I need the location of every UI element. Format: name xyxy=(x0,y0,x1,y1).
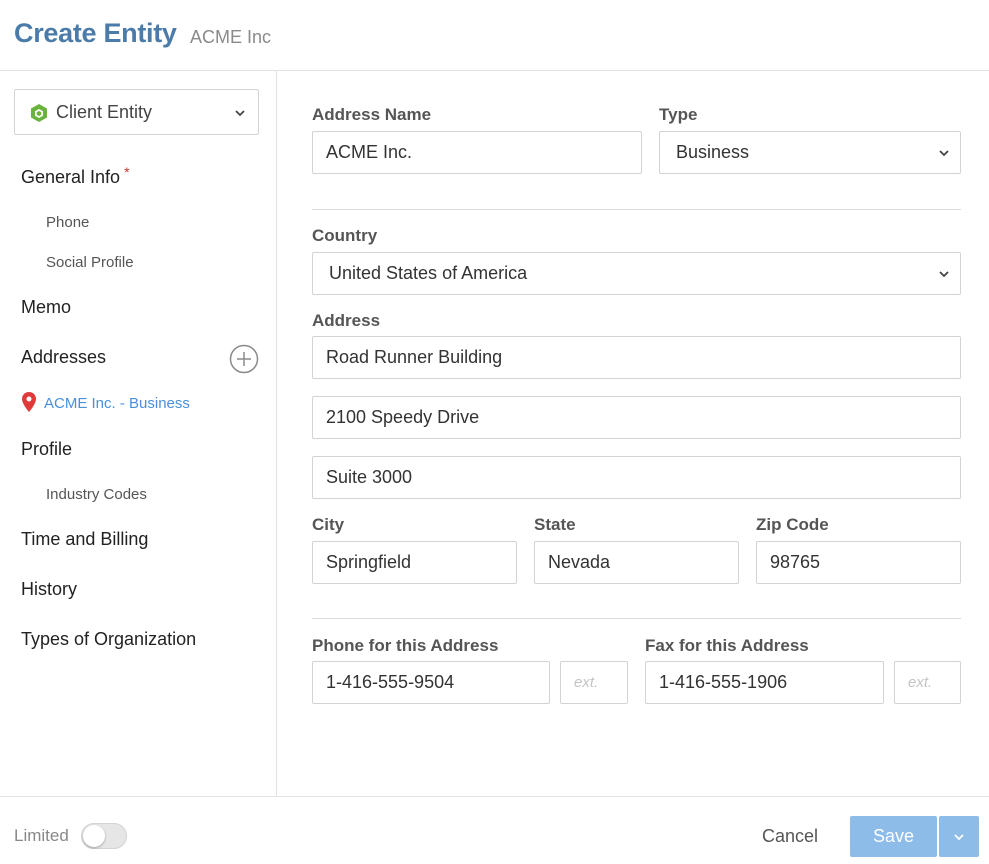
limited-toggle[interactable] xyxy=(81,823,127,849)
address-line2-input[interactable]: 2100 Speedy Drive xyxy=(312,396,961,439)
limited-label: Limited xyxy=(14,826,69,845)
page-subtitle: ACME Inc xyxy=(190,27,272,47)
zip-input[interactable]: 98765 xyxy=(756,541,961,584)
save-button[interactable]: Save xyxy=(850,816,937,857)
state-label: State xyxy=(534,515,576,534)
chevron-down-icon xyxy=(939,150,949,157)
entity-type-select[interactable]: Client Entity xyxy=(14,89,259,135)
country-select[interactable]: United States of America xyxy=(312,252,961,295)
country-value: United States of America xyxy=(329,263,528,283)
nav-general-info[interactable]: General Info * xyxy=(21,164,130,188)
nav-industry-codes[interactable]: Industry Codes xyxy=(46,486,147,503)
type-value: Business xyxy=(676,142,750,162)
address-form: Address Name ACME Inc. Type Business Cou… xyxy=(277,71,989,796)
address-name-input[interactable]: ACME Inc. xyxy=(312,131,642,174)
toggle-knob xyxy=(83,825,105,847)
type-label: Type xyxy=(659,105,698,124)
phone-input[interactable]: 1-416-555-9504 xyxy=(312,661,550,704)
phone-ext-input[interactable]: ext. xyxy=(560,661,628,704)
cancel-button[interactable]: Cancel xyxy=(762,826,818,847)
city-label: City xyxy=(312,515,345,534)
section-divider xyxy=(312,209,961,210)
fax-ext-input[interactable]: ext. xyxy=(894,661,961,704)
nav-types-organization[interactable]: Types of Organization xyxy=(21,629,196,650)
nav-general-info-label: General Info xyxy=(21,167,121,187)
nav-profile[interactable]: Profile xyxy=(21,439,72,460)
nav-address-item-label: ACME Inc. - Business xyxy=(44,395,190,412)
nav-time-billing[interactable]: Time and Billing xyxy=(21,529,148,550)
phone-label: Phone for this Address xyxy=(312,636,499,655)
address-line3-input[interactable]: Suite 3000 xyxy=(312,456,961,499)
page-header: Create Entity ACME Inc xyxy=(0,0,989,71)
country-label: Country xyxy=(312,226,378,245)
zip-label: Zip Code xyxy=(756,515,829,534)
fax-label: Fax for this Address xyxy=(645,636,809,655)
nav-address-item[interactable]: ACME Inc. - Business xyxy=(22,392,190,412)
address-line1-input[interactable]: Road Runner Building xyxy=(312,336,961,379)
page-title: Create Entity xyxy=(14,18,177,48)
chevron-down-icon xyxy=(235,110,245,117)
fax-input[interactable]: 1-416-555-1906 xyxy=(645,661,884,704)
city-input[interactable]: Springfield xyxy=(312,541,517,584)
nav-addresses[interactable]: Addresses xyxy=(21,347,106,368)
required-marker: * xyxy=(124,164,130,180)
state-input[interactable]: Nevada xyxy=(534,541,739,584)
sidebar: Client Entity General Info * Phone Social… xyxy=(0,71,277,796)
address-name-label: Address Name xyxy=(312,105,432,124)
map-pin-icon xyxy=(22,392,36,412)
hexagon-icon xyxy=(31,104,47,122)
type-select[interactable]: Business xyxy=(659,131,961,174)
save-options-button[interactable] xyxy=(939,816,979,857)
nav-phone[interactable]: Phone xyxy=(46,214,89,231)
nav-history[interactable]: History xyxy=(21,579,77,600)
section-divider xyxy=(312,618,961,619)
footer-bar: Limited Cancel Save xyxy=(0,796,989,864)
entity-type-label: Client Entity xyxy=(56,102,153,122)
chevron-down-icon xyxy=(939,271,949,278)
add-address-icon[interactable] xyxy=(229,344,259,374)
address-label: Address xyxy=(312,311,381,330)
nav-social-profile[interactable]: Social Profile xyxy=(46,254,134,271)
nav-memo[interactable]: Memo xyxy=(21,297,71,318)
chevron-down-icon xyxy=(954,834,964,841)
